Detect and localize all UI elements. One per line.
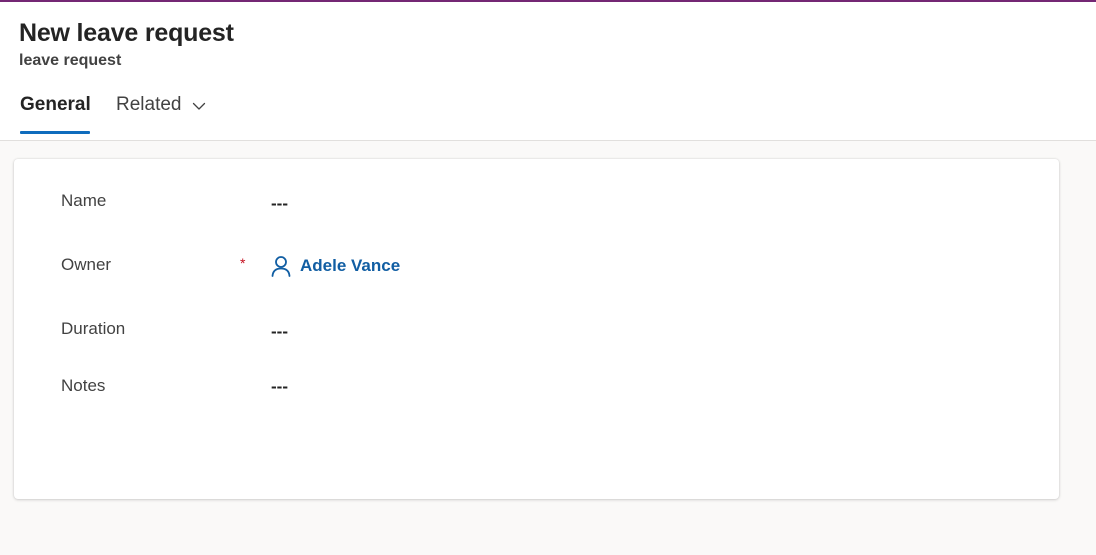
name-value[interactable]: --- (271, 194, 288, 214)
person-icon (270, 255, 292, 277)
notes-value[interactable]: --- (271, 377, 288, 397)
tab-related[interactable]: Related (116, 92, 207, 134)
page-title: New leave request (19, 19, 234, 47)
general-section-card: Name --- Owner * Adele Vance Duration --… (14, 159, 1059, 499)
tab-general[interactable]: General (20, 92, 91, 134)
owner-name: Adele Vance (300, 256, 401, 275)
owner-label: Owner (61, 255, 112, 274)
duration-value[interactable]: --- (271, 322, 288, 342)
notes-label: Notes (61, 376, 106, 395)
tab-general-label: General (20, 94, 91, 115)
tab-list: General Related (20, 92, 207, 134)
chevron-down-icon (191, 98, 207, 120)
form-header: New leave request leave request General … (0, 2, 1096, 141)
page-subtitle: leave request (19, 52, 122, 69)
duration-label: Duration (61, 319, 126, 338)
tab-related-label: Related (116, 94, 182, 115)
owner-lookup-link[interactable]: Adele Vance (270, 255, 400, 277)
required-indicator: * (240, 255, 246, 271)
name-label: Name (61, 191, 107, 210)
